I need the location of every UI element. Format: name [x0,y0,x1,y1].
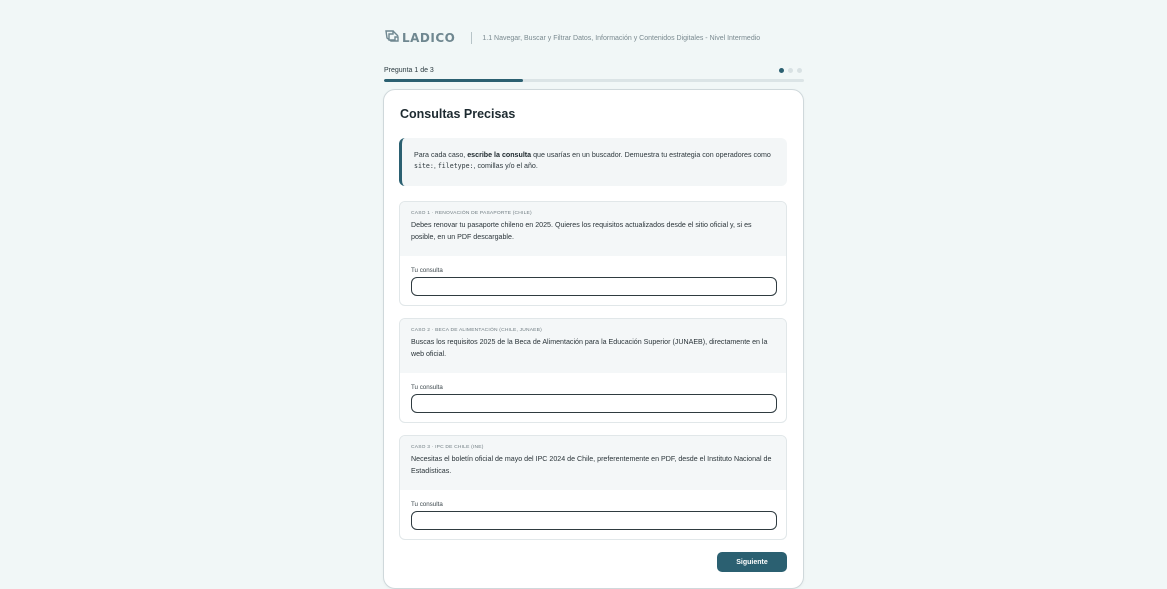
page-header: LADICO 1.1 Navegar, Buscar y Filtrar Dat… [384,27,804,49]
case-label: CASO 2 · BECA DE ALIMENTACIÓN (CHILE, JU… [411,328,542,333]
query-input-case-1[interactable] [411,277,777,296]
case-label: CASO 3 · IPC DE CHILE (INE) [411,445,484,450]
step-dot [788,67,793,73]
step-dot [797,67,802,73]
instructions-text: , comillas y/o el año. [473,162,538,170]
case-header: CASO 1 · RENOVACIÓN DE PASAPORTE (CHILE)… [400,202,786,256]
query-input-case-2[interactable] [411,394,777,413]
case-label: CASO 1 · RENOVACIÓN DE PASAPORTE (CHILE) [411,211,532,216]
case-card-3: CASO 3 · IPC DE CHILE (INE) Necesitas el… [399,435,787,540]
instructions-callout: Para cada caso, escribe la consulta que … [399,138,787,186]
brand-logo[interactable]: LADICO [384,29,455,48]
logo-text: LADICO [402,31,456,45]
query-input-case-3[interactable] [411,511,777,530]
query-field-label: Tu consulta [411,501,443,508]
progress-bar-fill [384,79,523,82]
next-button[interactable]: Siguiente [717,552,787,572]
operator-code: site: [414,162,434,170]
header-divider [471,32,473,44]
query-field-label: Tu consulta [411,384,443,391]
query-field-label: Tu consulta [411,267,443,274]
progress-header: Pregunta 1 de 3 [384,64,804,76]
question-title: Consultas Precisas [400,107,516,121]
instructions-text: Para cada caso, [414,151,468,159]
step-dots [779,67,802,73]
case-header: CASO 2 · BECA DE ALIMENTACIÓN (CHILE, JU… [400,319,786,373]
progress-label: Pregunta 1 de 3 [384,66,434,74]
case-description: Debes renovar tu pasaporte chileno en 20… [411,221,752,241]
question-card: Consultas Precisas Para cada caso, escri… [383,89,804,589]
case-card-2: CASO 2 · BECA DE ALIMENTACIÓN (CHILE, JU… [399,318,787,423]
case-card-1: CASO 1 · RENOVACIÓN DE PASAPORTE (CHILE)… [399,201,787,306]
case-description: Buscas los requisitos 2025 de la Beca de… [411,338,768,358]
step-dot [779,67,784,73]
case-description: Necesitas el boletín oficial de mayo del… [411,455,772,475]
competency-subtitle: 1.1 Navegar, Buscar y Filtrar Datos, Inf… [482,34,761,42]
instructions-emphasis: escribe la consulta [467,151,532,159]
progress-bar [384,79,804,82]
logo-icon [384,29,400,48]
operator-code: filetype: [437,162,474,170]
case-header: CASO 3 · IPC DE CHILE (INE) Necesitas el… [400,436,786,490]
instructions-text: que usarías en un buscador. Demuestra tu… [531,151,771,159]
